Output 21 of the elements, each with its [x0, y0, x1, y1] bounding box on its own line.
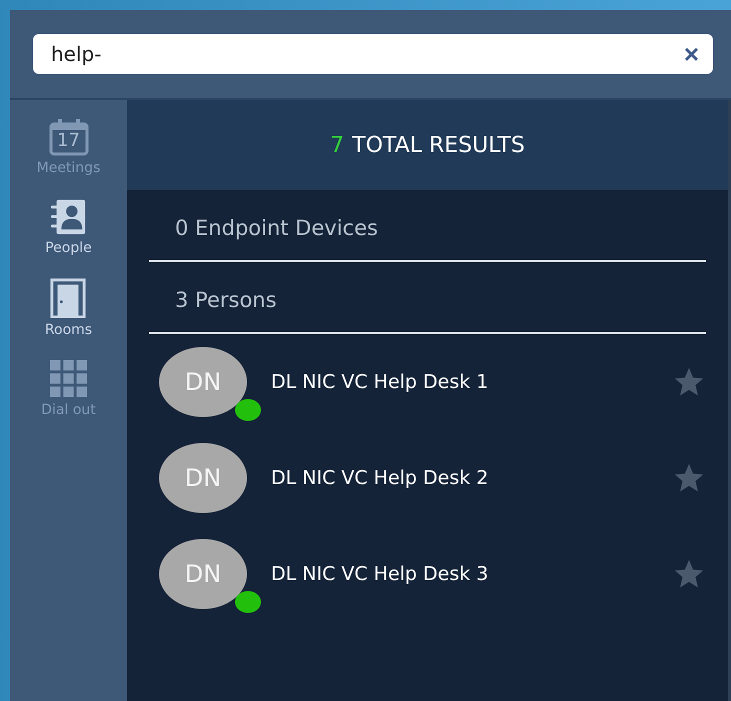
section-heading: 3 Persons	[149, 262, 706, 334]
door-icon	[49, 278, 88, 318]
sidebar-item[interactable]: Rooms	[44, 278, 92, 338]
clear-button[interactable]: ×	[684, 38, 699, 70]
person-row[interactable]: DN DL NIC VC Help Desk 3	[149, 526, 706, 622]
avatar: DN	[159, 539, 247, 609]
search-field[interactable]: help- ×	[33, 34, 713, 74]
section-heading: 0 Endpoint Devices	[149, 190, 706, 262]
person-name: DL NIC VC Help Desk 3	[271, 563, 490, 585]
avatar: DN	[159, 443, 247, 513]
address-book-icon	[49, 198, 88, 236]
person-row[interactable]: DN DL NIC VC Help Desk 1	[149, 334, 706, 430]
person-row[interactable]: DN DL NIC VC Help Desk 2	[149, 430, 706, 526]
person-name: DL NIC VC Help Desk 1	[271, 371, 490, 393]
avatar: DN	[159, 347, 247, 417]
search-input[interactable]: help-	[51, 42, 684, 66]
results-count: 7	[330, 132, 344, 158]
sidebar-item[interactable]: People	[45, 198, 92, 256]
dialpad-icon	[50, 360, 88, 398]
person-name: DL NIC VC Help Desk 2	[271, 467, 490, 489]
results-label: TOTAL RESULTS	[352, 132, 525, 158]
